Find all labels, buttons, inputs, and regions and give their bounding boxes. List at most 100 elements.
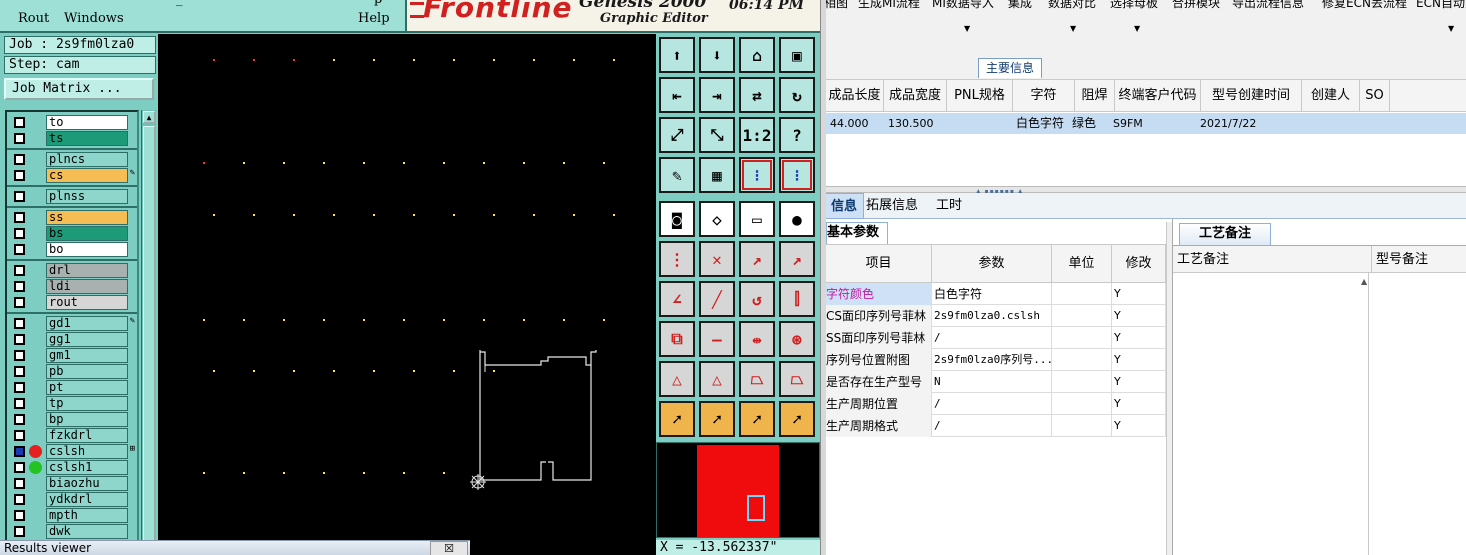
layer-row[interactable]: gg1 bbox=[9, 332, 137, 347]
grid-cell[interactable]: 44.000 bbox=[830, 113, 869, 134]
pointer-icon[interactable]: ➚ bbox=[659, 401, 695, 437]
param-unit[interactable] bbox=[1052, 349, 1112, 371]
pointer-box-icon[interactable]: ➚ bbox=[699, 401, 735, 437]
select-pad-icon[interactable]: ● bbox=[779, 201, 815, 237]
toolbar-button[interactable]: 导出流程信息 bbox=[1232, 0, 1304, 11]
snap-connect-icon[interactable]: ⁝ bbox=[739, 157, 775, 193]
triangle-select-icon[interactable]: △ bbox=[699, 361, 735, 397]
layer-checkbox[interactable] bbox=[14, 430, 25, 441]
dropdown-caret-icon[interactable]: ▼ bbox=[1448, 24, 1454, 33]
toolbar-button[interactable]: 数据对比 bbox=[1048, 0, 1096, 11]
layer-name[interactable]: to bbox=[46, 115, 128, 130]
layer-checkbox[interactable] bbox=[14, 117, 25, 128]
param-unit[interactable] bbox=[1052, 393, 1112, 415]
param-column-header[interactable]: 修改 bbox=[1112, 245, 1166, 283]
snap-grid-icon[interactable]: ⁝ bbox=[779, 157, 815, 193]
trapezoid-cross-icon[interactable]: ⏢ bbox=[779, 361, 815, 397]
grid-column-header[interactable]: 创建人 bbox=[1302, 80, 1360, 112]
scroll-thumb[interactable] bbox=[143, 126, 155, 546]
layer-row[interactable]: gm1 bbox=[9, 348, 137, 363]
layer-row[interactable]: to bbox=[9, 115, 137, 130]
tab-detail-0[interactable]: 信息 bbox=[826, 193, 865, 219]
layer-row[interactable]: ydkdrl bbox=[9, 492, 137, 507]
layer-checkbox[interactable] bbox=[14, 191, 25, 202]
layer-name[interactable]: cs bbox=[46, 168, 128, 183]
layer-row[interactable]: bp bbox=[9, 412, 137, 427]
layer-checkbox[interactable] bbox=[14, 212, 25, 223]
layer-checkbox[interactable] bbox=[14, 382, 25, 393]
layer-name[interactable]: ts bbox=[46, 131, 128, 146]
table-row[interactable]: CS面印序列号菲林 2s9fm0lza0.cslsh Y bbox=[826, 305, 1166, 327]
layer-row[interactable]: cslsh1 bbox=[9, 460, 137, 475]
layer-checkbox[interactable] bbox=[14, 526, 25, 537]
grid-column-header[interactable]: 字符 bbox=[1013, 80, 1075, 112]
fit-all-icon[interactable]: ⤢ bbox=[659, 117, 695, 153]
table-row[interactable]: SS面印序列号菲林 / Y bbox=[826, 327, 1166, 349]
layer-row[interactable]: tp bbox=[9, 396, 137, 411]
layer-checkbox[interactable] bbox=[14, 133, 25, 144]
net-icon[interactable]: ⋮ bbox=[659, 241, 695, 277]
layer-name[interactable]: bs bbox=[46, 226, 128, 241]
grid-column-header[interactable]: 成品宽度 bbox=[884, 80, 947, 112]
trapezoid-icon[interactable]: ⏢ bbox=[739, 361, 775, 397]
layer-name[interactable]: ydkdrl bbox=[46, 492, 128, 507]
layer-row[interactable]: bs bbox=[9, 226, 137, 241]
tab-detail-2[interactable]: 工时 bbox=[936, 193, 962, 219]
table-row[interactable]: 序列号位置附图 2s9fm0lza0序列号... Y bbox=[826, 349, 1166, 371]
grid-column-header[interactable]: 阻焊 bbox=[1075, 80, 1115, 112]
grid-cell[interactable]: 2021/7/22 bbox=[1200, 113, 1256, 134]
process-notes-cell[interactable]: ▲ bbox=[1173, 273, 1369, 555]
split-line-icon[interactable]: — bbox=[699, 321, 735, 357]
triangle-edit-icon[interactable]: △ bbox=[659, 361, 695, 397]
layer-checkbox[interactable] bbox=[14, 350, 25, 361]
overview-map[interactable] bbox=[656, 442, 820, 538]
layer-checkbox[interactable] bbox=[14, 170, 25, 181]
grid-column-header[interactable]: 成品长度 bbox=[826, 80, 884, 112]
layer-checkbox[interactable] bbox=[14, 265, 25, 276]
toolbar-button[interactable]: 生成MI流程 bbox=[858, 0, 920, 11]
grid-cell[interactable]: 130.500 bbox=[888, 113, 934, 134]
mirror-icon[interactable]: ⫿ bbox=[779, 281, 815, 317]
dropdown-caret-icon[interactable]: ▼ bbox=[1070, 24, 1076, 33]
layer-row[interactable]: fzkdrl bbox=[9, 428, 137, 443]
arc-icon[interactable]: ↺ bbox=[739, 281, 775, 317]
table-row[interactable]: 生产周期格式 / Y bbox=[826, 415, 1166, 437]
tab-process-notes[interactable]: 工艺备注 bbox=[1179, 223, 1271, 245]
layer-checkbox[interactable] bbox=[14, 414, 25, 425]
tab-detail-1[interactable]: 拓展信息 bbox=[866, 193, 918, 219]
layer-checkbox[interactable] bbox=[14, 154, 25, 165]
close-icon[interactable]: ☒ bbox=[430, 541, 468, 555]
layer-name[interactable]: cslsh1 bbox=[46, 460, 128, 475]
layer-row[interactable]: ss bbox=[9, 210, 137, 225]
param-unit[interactable] bbox=[1052, 371, 1112, 393]
layer-checkbox[interactable] bbox=[14, 478, 25, 489]
toolbar-button[interactable]: 集成 bbox=[1008, 0, 1032, 11]
layer-row[interactable]: pb bbox=[9, 364, 137, 379]
rotate-icon[interactable]: ↻ bbox=[779, 77, 815, 113]
move-right-icon[interactable]: ⇥ bbox=[699, 77, 735, 113]
param-unit[interactable] bbox=[1052, 415, 1112, 437]
grid-cell[interactable]: 绿色 bbox=[1072, 113, 1096, 134]
pad-icon[interactable]: ◙ bbox=[659, 201, 695, 237]
layer-name[interactable]: gg1 bbox=[46, 332, 128, 347]
param-value[interactable]: / bbox=[932, 393, 1052, 415]
param-value[interactable]: / bbox=[932, 415, 1052, 437]
layer-checkbox[interactable] bbox=[14, 228, 25, 239]
layer-checkbox[interactable] bbox=[14, 398, 25, 409]
line-move-icon[interactable]: ↗ bbox=[779, 241, 815, 277]
layer-name[interactable]: tp bbox=[46, 396, 128, 411]
param-value[interactable]: N bbox=[932, 371, 1052, 393]
layer-row[interactable]: rout bbox=[9, 295, 137, 310]
line-add-icon[interactable]: ↗ bbox=[739, 241, 775, 277]
layer-row[interactable]: plncs bbox=[9, 152, 137, 167]
menu-windows[interactable]: Windows bbox=[64, 11, 124, 26]
layer-name[interactable]: pb bbox=[46, 364, 128, 379]
param-unit[interactable] bbox=[1052, 327, 1112, 349]
tab-basic-params[interactable]: 基本参数 bbox=[826, 222, 888, 244]
layer-name[interactable]: pt bbox=[46, 380, 128, 395]
layer-checkbox[interactable] bbox=[14, 318, 25, 329]
layer-name[interactable]: plnss bbox=[46, 189, 128, 204]
results-viewer-title[interactable]: Results viewer ☒ bbox=[0, 540, 470, 555]
line-draw-icon[interactable]: ╱ bbox=[699, 281, 735, 317]
layer-checkbox[interactable] bbox=[14, 446, 25, 457]
